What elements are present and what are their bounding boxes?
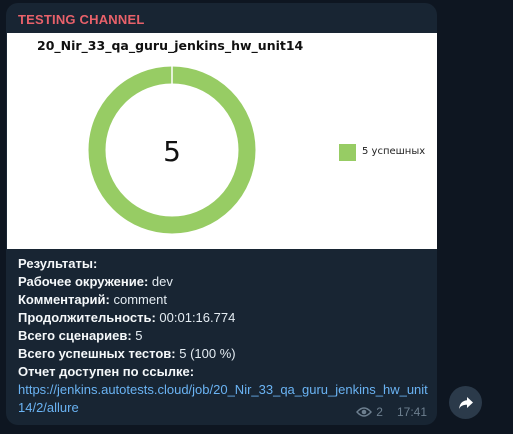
legend-swatch-passed: [339, 144, 356, 161]
report-chart-image[interactable]: 20_Nir_33_qa_guru_jenkins_hw_unit14 5 5 …: [7, 33, 437, 249]
scenarios-row: Всего сценариев: 5: [18, 328, 143, 343]
passed-row: Всего успешных тестов: 5 (100 %): [18, 346, 236, 361]
message-meta: 2 17:41: [356, 405, 427, 419]
channel-name[interactable]: TESTING CHANNEL: [18, 12, 145, 27]
legend-label-passed: 5 успешных: [362, 146, 426, 157]
eye-icon: [356, 407, 373, 417]
env-row: Рабочее окружение: dev: [18, 274, 173, 289]
link-label-row: Отчет доступен по ссылке:: [18, 364, 195, 379]
report-text: Результаты: Рабочее окружение: dev Комме…: [18, 255, 428, 417]
comment-row: Комментарий: comment: [18, 292, 167, 307]
share-button[interactable]: [449, 386, 482, 419]
results-heading: Результаты:: [18, 256, 98, 271]
share-arrow-icon: [458, 396, 473, 409]
donut-chart: 5: [88, 63, 256, 234]
message-bubble: TESTING CHANNEL 20_Nir_33_qa_guru_jenkin…: [6, 3, 437, 425]
message-time: 17:41: [396, 405, 427, 419]
duration-row: Продолжительность: 00:01:16.774: [18, 310, 236, 325]
views-count: 2: [376, 405, 383, 419]
donut-center-label: 5: [163, 135, 181, 168]
